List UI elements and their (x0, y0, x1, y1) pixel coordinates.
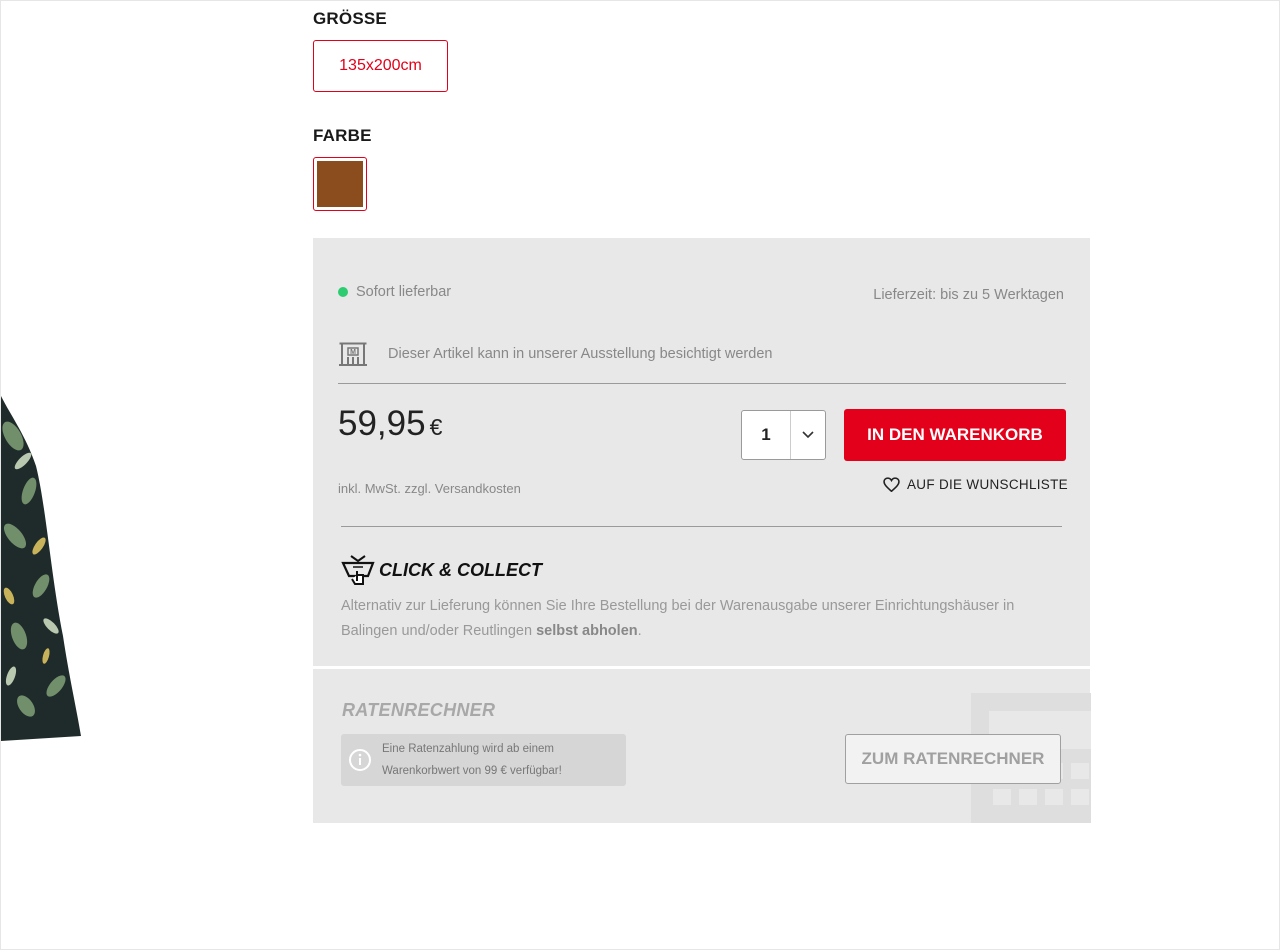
svg-text:M: M (350, 349, 356, 356)
rate-info-line1: Eine Ratenzahlung wird ab einem (382, 743, 554, 755)
showroom-note: M Dieser Artikel kann in unserer Ausstel… (338, 341, 772, 367)
product-image (1, 396, 81, 741)
basket-hand-icon (341, 555, 375, 585)
click-collect-text-end: . (637, 623, 642, 639)
heart-icon (883, 477, 900, 492)
color-swatch-selected[interactable] (313, 157, 367, 211)
quantity-select[interactable]: 1 (741, 410, 826, 460)
delivery-time: Lieferzeit: bis zu 5 Werktagen (873, 287, 1064, 303)
divider (341, 526, 1062, 527)
color-swatch-fill (317, 161, 363, 207)
size-option-selected[interactable]: 135x200cm (313, 40, 448, 92)
availability-text: Sofort lieferbar (356, 284, 452, 300)
click-collect-title: CLICK & COLLECT (379, 559, 542, 580)
click-collect-text: Alternativ zur Lieferung können Sie Ihre… (341, 594, 1066, 644)
price-currency: € (429, 414, 443, 440)
divider (338, 383, 1066, 384)
quantity-value: 1 (742, 411, 791, 459)
info-icon (349, 749, 371, 771)
click-collect-heading: CLICK & COLLECT (341, 554, 542, 586)
color-label: FARBE (313, 126, 372, 145)
rate-info-box: Eine Ratenzahlung wird ab einem Warenkor… (341, 734, 626, 786)
add-to-cart-button[interactable]: IN DEN WARENKORB (844, 409, 1066, 461)
showroom-icon: M (339, 342, 367, 366)
click-collect-text-main: Alternativ zur Lieferung können Sie Ihre… (341, 598, 1015, 639)
rate-calculator-button[interactable]: ZUM RATENRECHNER (845, 734, 1061, 784)
price: 59,95 € (338, 404, 442, 444)
showroom-text: Dieser Artikel kann in unserer Ausstellu… (388, 346, 773, 362)
wishlist-link[interactable]: AUF DIE WUNSCHLISTE (883, 477, 1068, 492)
rate-info-line2: Warenkorbwert von 99 € verfügbar! (382, 765, 562, 777)
click-collect-text-bold: selbst abholen (536, 623, 638, 639)
size-label: GRÖSSE (313, 9, 387, 28)
chevron-down-icon[interactable] (791, 431, 825, 439)
rate-calculator-title: RATENRECHNER (342, 700, 496, 720)
price-amount: 59,95 (338, 404, 426, 443)
availability-status: Sofort lieferbar (338, 284, 451, 300)
availability-dot-icon (338, 287, 348, 297)
wishlist-label: AUF DIE WUNSCHLISTE (907, 477, 1068, 492)
tax-note: inkl. MwSt. zzgl. Versandkosten (338, 481, 521, 496)
